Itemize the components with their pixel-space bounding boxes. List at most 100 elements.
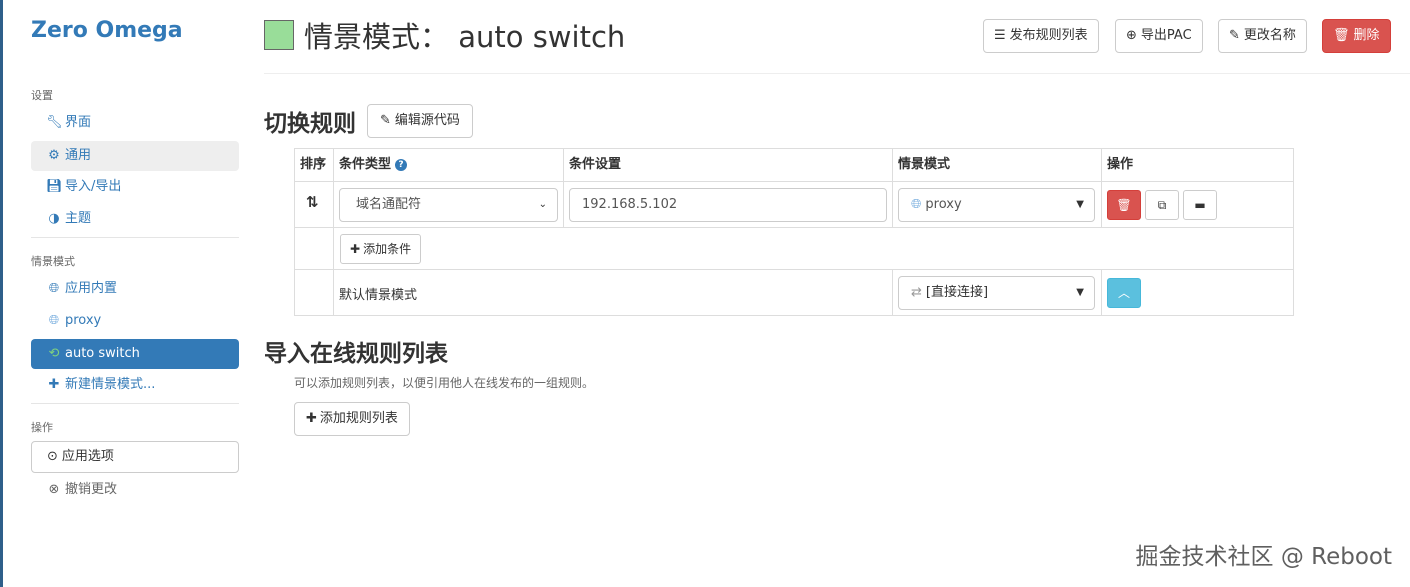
condition-cell: 192.168.5.102: [564, 182, 893, 227]
sidebar-item-label: 应用内置: [65, 281, 118, 296]
wrench-icon: 🔧︎: [46, 115, 63, 130]
profile-color-swatch[interactable]: [264, 20, 294, 50]
default-profile-cell: ⇄ [直接连接] ▼: [893, 270, 1102, 315]
globe-icon: 🌐︎: [48, 313, 60, 328]
delete-rule-button[interactable]: 🗑︎: [1107, 190, 1141, 220]
col-condition: 条件设置: [564, 149, 893, 181]
list-icon: ☰: [994, 28, 1006, 43]
sidebar-item-auto-switch[interactable]: ⟲ auto switch: [31, 339, 239, 369]
clone-rule-button[interactable]: ⧉: [1145, 190, 1179, 220]
chevron-down-icon: ⌄: [538, 199, 547, 210]
col-condition-type: 条件类型?: [334, 149, 564, 181]
globe-icon: 🌐︎: [48, 281, 60, 296]
check-circle-icon: ⊙: [47, 449, 58, 464]
apply-options-button[interactable]: ⊙ 应用选项: [31, 441, 239, 473]
actions-header: 操作: [31, 421, 53, 434]
contrast-icon: ◑: [48, 211, 60, 226]
empty-cell: [295, 228, 334, 269]
rules-table: 排序 条件类型? 条件设置 情景模式 操作 ⇅ 域名通配符 ⌄ 192.168.…: [294, 148, 1294, 316]
copy-icon: ⧉: [1157, 198, 1167, 212]
sidebar-item-general[interactable]: ⚙ 通用: [31, 141, 239, 171]
condition-type-value: 域名通配符: [356, 197, 422, 212]
add-rule-list-label: 添加规则列表: [319, 411, 398, 426]
sidebar-item-proxy[interactable]: 🌐︎ proxy: [31, 306, 239, 336]
comment-rule-button[interactable]: ▬: [1183, 190, 1217, 220]
move-up-button[interactable]: ︿: [1107, 278, 1141, 308]
edit-icon: ✎: [1229, 28, 1240, 43]
trash-icon: 🗑︎: [1116, 198, 1132, 212]
online-section-help: 可以添加规则列表，以便引用他人在线发布的一组规则。: [294, 376, 595, 390]
app-brand: Zero Omega: [31, 18, 183, 43]
sidebar-item-label: 新建情景模式...: [65, 377, 156, 392]
plus-icon: ✚: [350, 242, 361, 256]
sidebar-item-new-profile[interactable]: ✚ 新建情景模式...: [31, 370, 239, 400]
publish-rule-list-button[interactable]: ☰ 发布规则列表: [983, 19, 1099, 53]
rule-profile-select[interactable]: 🌐︎ proxy ▼: [898, 188, 1095, 222]
direct-connect-icon: ⇄: [911, 285, 922, 300]
col-sort: 排序: [295, 149, 334, 181]
export-pac-button[interactable]: ⊕ 导出PAC: [1115, 19, 1203, 53]
add-condition-label: 添加条件: [363, 242, 412, 256]
default-actions-cell: ︿: [1102, 270, 1293, 315]
default-profile-select[interactable]: ⇄ [直接连接] ▼: [898, 276, 1095, 310]
undo-changes-label: 撤销更改: [65, 482, 118, 497]
sidebar-item-builtin[interactable]: 🌐︎ 应用内置: [31, 274, 239, 304]
chevron-up-icon: ︿: [1117, 286, 1130, 300]
sidebar-divider: [31, 403, 239, 404]
floppy-icon: 💾︎: [46, 179, 63, 194]
default-label-cell: 默认情景模式: [334, 270, 893, 315]
profiles-header: 情景模式: [31, 255, 75, 268]
actions-cell: 🗑︎ ⧉ ▬: [1102, 182, 1293, 227]
default-profile-row: 默认情景模式 ⇄ [直接连接] ▼ ︿: [295, 270, 1293, 315]
delete-profile-button[interactable]: 🗑︎ 删除: [1322, 19, 1391, 53]
delete-label: 删除: [1353, 28, 1380, 43]
watermark: 掘金技术社区 @ Reboot: [1135, 544, 1392, 570]
col-profile: 情景模式: [893, 149, 1102, 181]
sidebar-item-label: 界面: [65, 115, 92, 130]
x-circle-icon: ⊗: [48, 482, 60, 497]
sidebar-item-theme[interactable]: ◑ 主题: [31, 204, 239, 234]
sidebar-item-label: 主题: [65, 211, 92, 226]
plus-icon: ✚: [306, 411, 317, 426]
sidebar-item-label: proxy: [65, 313, 102, 328]
col-actions: 操作: [1107, 157, 1134, 172]
undo-changes-button[interactable]: ⊗ 撤销更改: [31, 475, 239, 505]
col-condition-type-label: 条件类型: [339, 157, 392, 172]
apply-options-label: 应用选项: [61, 449, 114, 464]
rename-button[interactable]: ✎ 更改名称: [1218, 19, 1307, 53]
caret-down-icon: ▼: [1076, 199, 1084, 210]
export-pac-label: 导出PAC: [1140, 28, 1192, 43]
plus-icon: ✚: [48, 377, 60, 392]
caret-down-icon: ▼: [1076, 287, 1084, 298]
retweet-icon: ⟲: [48, 346, 60, 361]
sidebar-item-interface[interactable]: 🔧︎ 界面: [31, 108, 239, 138]
sidebar-item-import-export[interactable]: 💾︎ 导入/导出: [31, 172, 239, 202]
online-section-title: 导入在线规则列表: [264, 341, 448, 367]
table-row: ⇅ 域名通配符 ⌄ 192.168.5.102 🌐︎ proxy ▼ 🗑︎ ⧉ ▬: [295, 182, 1293, 228]
sidebar-item-label: 通用: [65, 148, 92, 163]
condition-type-cell: 域名通配符 ⌄: [334, 182, 564, 227]
sidebar-item-label: 导入/导出: [65, 179, 122, 194]
edit-source-button[interactable]: ✎ 编辑源代码: [367, 104, 473, 138]
sort-cell: ⇅: [295, 182, 334, 227]
page-title: 情景模式： auto switch: [304, 20, 626, 54]
rules-section-title: 切换规则: [264, 111, 356, 137]
condition-type-select[interactable]: 域名通配符 ⌄: [339, 188, 558, 222]
rename-label: 更改名称: [1243, 28, 1296, 43]
table-header-row: 排序 条件类型? 条件设置 情景模式 操作: [295, 149, 1293, 182]
settings-header: 设置: [31, 89, 53, 102]
edit-source-label: 编辑源代码: [394, 113, 460, 128]
add-condition-button[interactable]: ✚ 添加条件: [340, 234, 422, 264]
sort-handle-icon[interactable]: ⇅: [306, 193, 319, 211]
condition-input[interactable]: 192.168.5.102: [569, 188, 887, 222]
window-edge: [0, 0, 3, 587]
gear-icon: ⚙: [48, 148, 60, 163]
comment-icon: ▬: [1194, 198, 1206, 212]
help-icon[interactable]: ?: [395, 159, 408, 171]
add-rule-list-button[interactable]: ✚ 添加规则列表: [294, 402, 410, 436]
empty-cell: [295, 270, 334, 315]
profile-cell: 🌐︎ proxy ▼: [893, 182, 1102, 227]
publish-label: 发布规则列表: [1009, 28, 1088, 43]
trash-icon: 🗑︎: [1333, 28, 1350, 43]
download-icon: ⊕: [1126, 28, 1137, 43]
